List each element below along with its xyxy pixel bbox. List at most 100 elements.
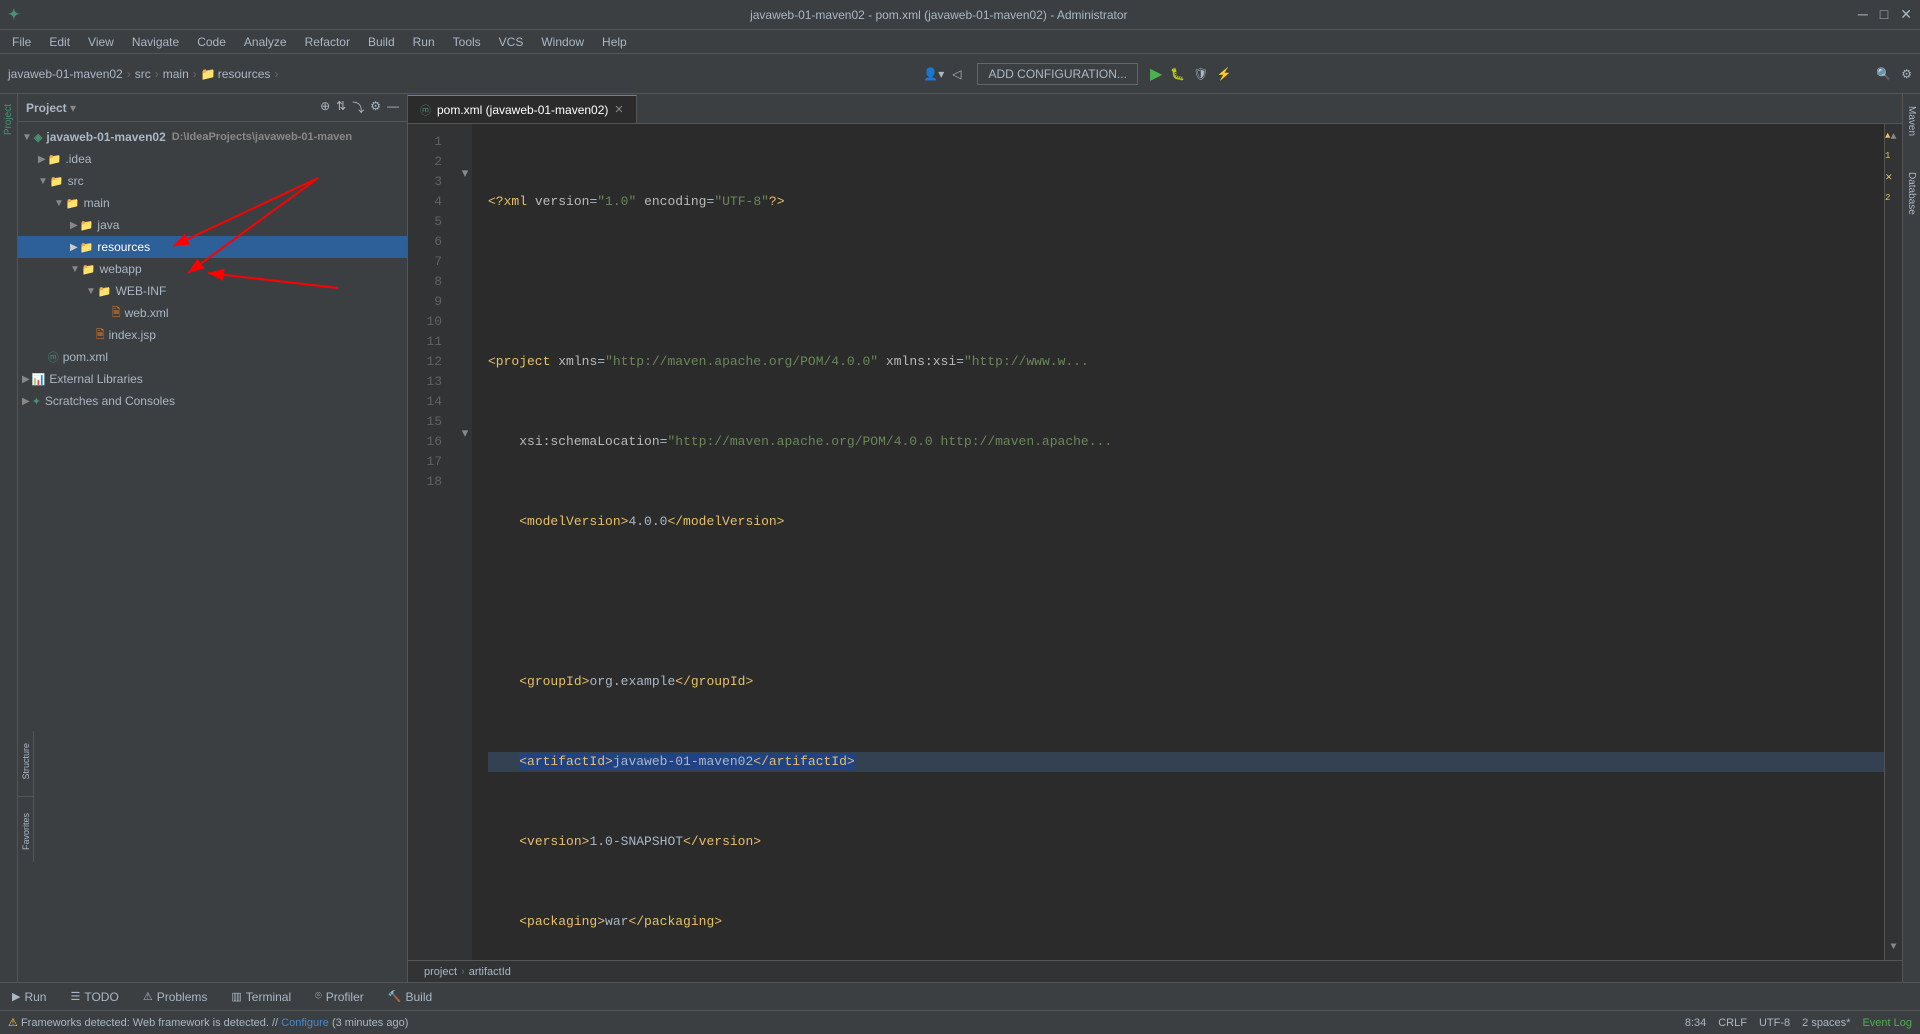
tree-label: web.xml — [125, 306, 169, 320]
tree-item-scratches[interactable]: ▶ ✦ Scratches and Consoles — [18, 390, 407, 412]
breadcrumb-project-item[interactable]: project — [424, 966, 457, 978]
left-sidebar-tabs: Project — [0, 94, 18, 982]
code-editor[interactable]: 1 2 3 4 5 6 7 8 9 10 11 12 13 14 15 16 1… — [408, 124, 1902, 960]
tree-item-resources[interactable]: ▶ 📁 resources — [18, 236, 407, 258]
back-icon[interactable]: ◁ — [952, 67, 961, 81]
breadcrumb-arrow-icon: › — [461, 966, 465, 978]
breadcrumb-artifactid-item[interactable]: artifactId — [469, 966, 511, 978]
settings-tree-icon[interactable]: ⚙ — [370, 99, 381, 116]
editor-scrollbar[interactable]: ▲ 1 ✕ 2 ▲ ▼ — [1884, 124, 1902, 960]
todo-tool-label: TODO — [84, 990, 118, 1004]
tree-item-root[interactable]: ▼ ◈ javaweb-01-maven02 D:\IdeaProjects\j… — [18, 126, 407, 148]
menu-file[interactable]: File — [4, 33, 39, 51]
search-everywhere-icon[interactable]: 🔍 — [1876, 67, 1891, 81]
run-button[interactable]: ▶ — [1150, 64, 1162, 84]
tree-path: D:\IdeaProjects\javaweb-01-maven — [172, 131, 352, 143]
run-with-profiler-button[interactable]: ⚡ — [1216, 67, 1231, 81]
close-button[interactable]: ✕ — [1900, 6, 1912, 23]
code-content[interactable]: <?xml version="1.0" encoding="UTF-8"?> <… — [472, 124, 1884, 960]
breadcrumb-main[interactable]: main — [163, 67, 189, 81]
fold-icon-16[interactable]: ▾ — [458, 424, 472, 444]
tree-item-idea[interactable]: ▶ 📁 .idea — [18, 148, 407, 170]
tree-item-extlibs[interactable]: ▶ 📊 External Libraries — [18, 368, 407, 390]
maven-tab[interactable]: Maven — [1904, 98, 1919, 144]
tree-item-webinf[interactable]: ▼ 📁 WEB-INF — [18, 280, 407, 302]
tree-item-webapp[interactable]: ▼ 📁 webapp — [18, 258, 407, 280]
minimize-button[interactable]: ─ — [1858, 6, 1868, 23]
tree-item-webxml[interactable]: ▶ 🗎 web.xml — [18, 302, 407, 324]
tree-item-pomxml[interactable]: ▶ ⓜ pom.xml — [18, 346, 407, 368]
project-tab[interactable]: Project — [1, 98, 16, 141]
chevron-down-icon: ▼ — [70, 264, 80, 275]
menu-code[interactable]: Code — [189, 33, 234, 51]
filetree-header: Project ▾ ⊕ ⇅ ⤵ ⚙ — — [18, 94, 407, 122]
maximize-button[interactable]: □ — [1880, 6, 1888, 23]
terminal-tool[interactable]: ▥ Terminal — [227, 988, 295, 1006]
event-log[interactable]: Event Log — [1862, 1017, 1912, 1029]
menu-window[interactable]: Window — [533, 33, 592, 51]
hide-panel-icon[interactable]: — — [387, 99, 399, 116]
collapse-all-icon[interactable]: ⤵ — [352, 99, 364, 116]
menu-navigate[interactable]: Navigate — [124, 33, 187, 51]
scroll-down-icon[interactable]: ▼ — [1890, 936, 1896, 958]
tree-label: java — [97, 218, 119, 232]
tab-close-icon[interactable]: ✕ — [614, 103, 623, 116]
code-line-10: <packaging>war</packaging> — [488, 912, 1884, 932]
tree-item-java[interactable]: ▶ 📁 java — [18, 214, 407, 236]
structure-tab[interactable]: Structure — [19, 735, 33, 788]
notification-text: ⚠ Frameworks detected: Web framework is … — [8, 1016, 408, 1029]
library-icon: 📊 — [32, 373, 46, 386]
tab-pomxml[interactable]: ⓜ pom.xml (javaweb-01-maven02) ✕ — [408, 95, 637, 123]
filetree-content: ▼ ◈ javaweb-01-maven02 D:\IdeaProjects\j… — [18, 122, 407, 982]
menu-help[interactable]: Help — [594, 33, 635, 51]
tree-item-main[interactable]: ▼ 📁 main — [18, 192, 407, 214]
menu-tools[interactable]: Tools — [445, 33, 489, 51]
menu-run[interactable]: Run — [405, 33, 443, 51]
breadcrumb-project[interactable]: javaweb-01-maven02 — [8, 67, 123, 81]
tree-item-indexjsp[interactable]: ▶ 🗎 index.jsp — [18, 324, 407, 346]
profiler-tool-label: Profiler — [326, 990, 364, 1004]
menu-build[interactable]: Build — [360, 33, 403, 51]
build-tool-icon: 🔨 — [388, 990, 402, 1003]
build-tool[interactable]: 🔨 Build — [384, 988, 436, 1006]
divider — [18, 796, 33, 797]
breadcrumb-resources[interactable]: 📁 resources — [201, 67, 271, 81]
scroll-up-icon[interactable]: ▲ — [1890, 126, 1896, 148]
coverage-button[interactable]: 🛡 — [1193, 67, 1208, 81]
avatar-icon[interactable]: 👤▾ — [923, 67, 944, 81]
menu-refactor[interactable]: Refactor — [297, 33, 358, 51]
chevron-right-icon: ▶ — [38, 154, 46, 165]
code-line-1: <?xml version="1.0" encoding="UTF-8"?> — [488, 192, 1884, 212]
chevron-down-icon: ▼ — [38, 176, 48, 187]
add-configuration-button[interactable]: ADD CONFIGURATION... — [977, 63, 1137, 85]
configure-link[interactable]: Configure — [281, 1017, 329, 1029]
todo-tool[interactable]: ☰ TODO — [66, 988, 122, 1006]
notification-time: (3 minutes ago) — [332, 1017, 408, 1029]
bottom-toolbar: ▶ Run ☰ TODO ⚠ Problems ▥ Terminal ⌾ Pro… — [0, 982, 1920, 1010]
expand-all-icon[interactable]: ⇅ — [336, 99, 346, 116]
problems-tool[interactable]: ⚠ Problems — [139, 988, 212, 1006]
menu-view[interactable]: View — [80, 33, 122, 51]
settings-icon[interactable]: ⚙ — [1901, 67, 1912, 81]
profiler-tool[interactable]: ⌾ Profiler — [311, 988, 368, 1006]
run-tool[interactable]: ▶ Run — [8, 988, 50, 1006]
menu-analyze[interactable]: Analyze — [236, 33, 295, 51]
breadcrumb-src[interactable]: src — [135, 67, 151, 81]
encoding[interactable]: UTF-8 — [1759, 1017, 1790, 1029]
line-separator[interactable]: CRLF — [1718, 1017, 1747, 1029]
tree-label: pom.xml — [63, 350, 108, 364]
code-line-3: <project xmlns="http://maven.apache.org/… — [488, 352, 1884, 372]
database-tab[interactable]: Database — [1904, 164, 1919, 223]
menu-edit[interactable]: Edit — [41, 33, 78, 51]
tree-item-src[interactable]: ▼ 📁 src — [18, 170, 407, 192]
menu-vcs[interactable]: VCS — [491, 33, 532, 51]
chevron-right-icon: ▶ — [70, 220, 78, 231]
jsp-file-icon: 🗎 — [96, 326, 105, 345]
indent[interactable]: 2 spaces* — [1802, 1017, 1850, 1029]
favorites-tab[interactable]: Favorites — [19, 805, 33, 858]
tab-label: pom.xml (javaweb-01-maven02) — [437, 103, 608, 117]
debug-button[interactable]: 🐛 — [1170, 67, 1185, 81]
locate-file-icon[interactable]: ⊕ — [320, 99, 330, 116]
fold-icon-3[interactable]: ▾ — [458, 164, 472, 184]
tree-label: main — [84, 196, 110, 210]
